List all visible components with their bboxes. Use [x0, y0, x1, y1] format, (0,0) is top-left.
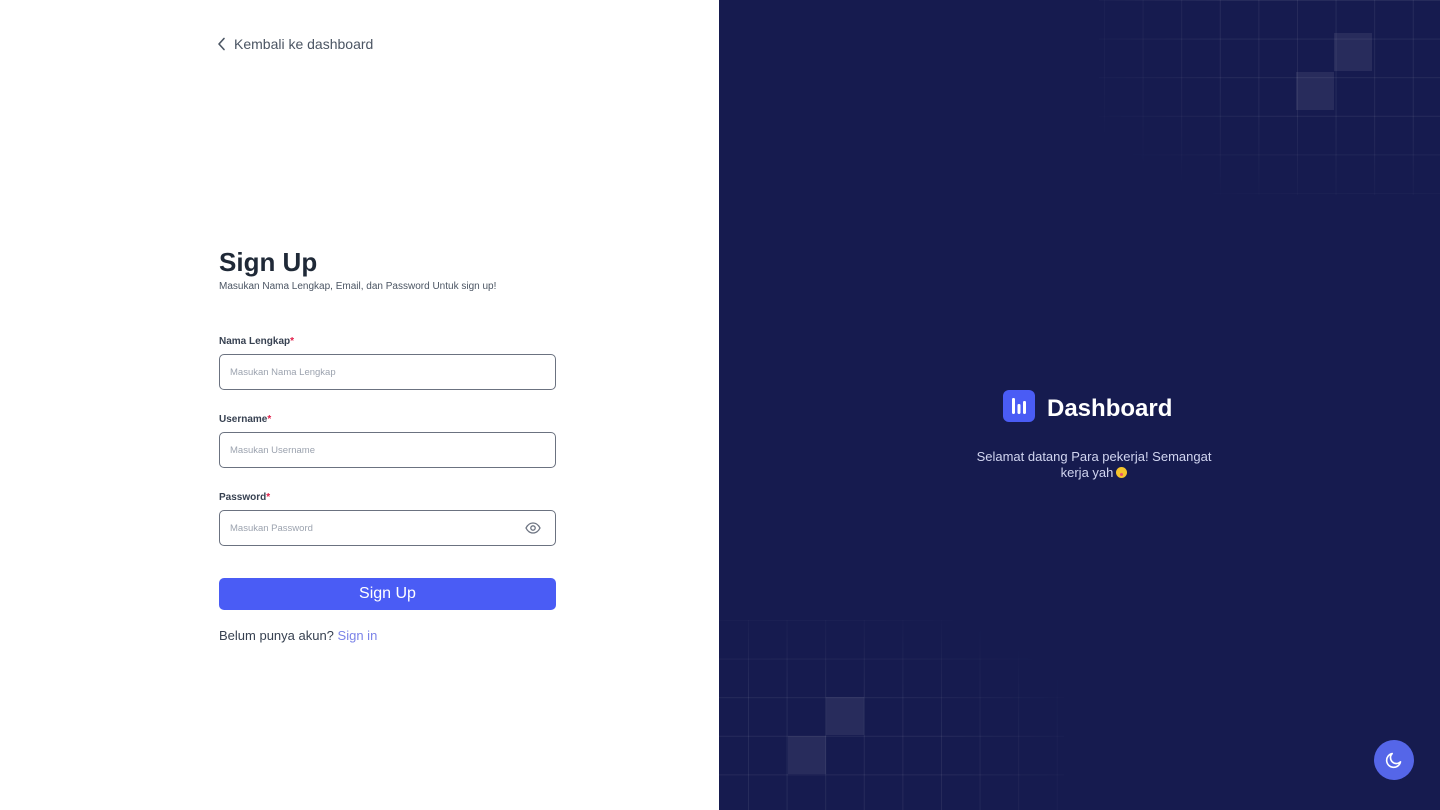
- decorative-grid-tile: [1334, 33, 1372, 71]
- signup-panel: Kembali ke dashboard Sign Up Masukan Nam…: [0, 0, 719, 810]
- brand-panel: Dashboard Selamat datang Para pekerja! S…: [719, 0, 1440, 810]
- sign-in-link[interactable]: Sign in: [338, 628, 378, 643]
- password-input[interactable]: [230, 511, 520, 545]
- username-input-box: [219, 432, 556, 468]
- required-marker: *: [266, 492, 271, 503]
- sign-in-prompt: Belum punya akun? Sign in: [219, 628, 377, 643]
- welcome-text: Selamat datang Para pekerja! Semangat ke…: [976, 449, 1212, 480]
- theme-toggle-button[interactable]: [1374, 740, 1414, 780]
- face-with-tongue-icon: [1116, 467, 1128, 478]
- required-marker: *: [290, 336, 295, 347]
- back-to-dashboard-link[interactable]: Kembali ke dashboard: [217, 36, 373, 52]
- full-name-field: Nama Lengkap*: [219, 336, 556, 390]
- username-label: Username*: [219, 414, 272, 425]
- decorative-grid-bottom: [719, 620, 1064, 810]
- decorative-grid-tile: [1296, 72, 1334, 110]
- welcome-message: Selamat datang Para pekerja! Semangat ke…: [969, 449, 1219, 481]
- decorative-grid-tile: [788, 736, 826, 774]
- username-field: Username*: [219, 414, 556, 468]
- back-link-label: Kembali ke dashboard: [234, 36, 374, 52]
- decorative-grid-top: [1099, 0, 1440, 195]
- bar-chart-icon: [1003, 390, 1035, 422]
- full-name-input[interactable]: [230, 355, 520, 389]
- signup-page: Kembali ke dashboard Sign Up Masukan Nam…: [0, 0, 1440, 810]
- chevron-left-icon: [218, 37, 225, 51]
- page-title: Sign Up: [219, 247, 318, 277]
- moon-icon: [1385, 752, 1402, 769]
- password-input-box: [219, 510, 556, 546]
- eye-icon[interactable]: [525, 521, 541, 535]
- full-name-input-box: [219, 354, 556, 390]
- username-input[interactable]: [230, 433, 520, 467]
- password-field: Password*: [219, 492, 556, 546]
- password-label: Password*: [219, 492, 271, 503]
- signup-form: Sign Up Masukan Nama Lengkap, Email, dan…: [219, 246, 556, 643]
- decorative-grid-tile: [826, 697, 864, 735]
- sign-in-prompt-text: Belum punya akun?: [219, 628, 334, 643]
- brand-name: Dashboard: [1047, 395, 1173, 422]
- page-subtitle: Masukan Nama Lengkap, Email, dan Passwor…: [219, 281, 497, 292]
- sign-up-button[interactable]: Sign Up: [219, 578, 556, 610]
- brand: Dashboard: [1003, 389, 1172, 423]
- required-marker: *: [267, 414, 272, 425]
- full-name-label: Nama Lengkap*: [219, 336, 295, 347]
